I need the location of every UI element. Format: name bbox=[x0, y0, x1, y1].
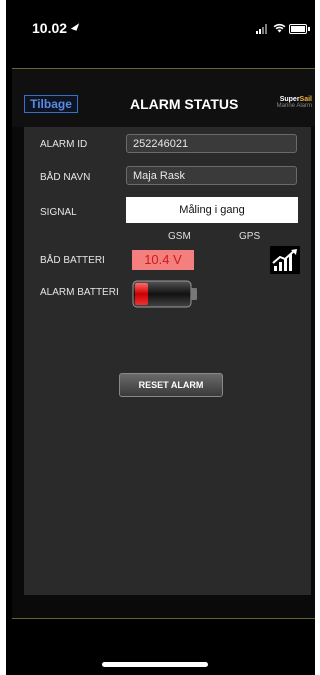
boat-battery-value: 10.4 V bbox=[132, 250, 194, 270]
gsm-label: GSM bbox=[168, 231, 191, 242]
boat-name-field[interactable]: Maja Rask bbox=[126, 166, 297, 185]
signal-label: SIGNAL bbox=[40, 207, 77, 218]
signal-strength-icon bbox=[270, 246, 300, 274]
brand-sail: Sail bbox=[299, 96, 312, 103]
reset-alarm-button[interactable]: RESET ALARM bbox=[119, 373, 223, 397]
cell-signal-icon bbox=[256, 24, 268, 34]
signal-status: Måling i gang bbox=[126, 197, 298, 223]
back-button[interactable]: Tilbage bbox=[24, 95, 78, 113]
battery-icon bbox=[289, 24, 310, 34]
home-indicator[interactable] bbox=[102, 662, 208, 667]
alarm-id-field: 252246021 bbox=[126, 134, 297, 153]
alarm-battery-label: ALARM BATTERI bbox=[40, 287, 119, 298]
brand-super: Super bbox=[279, 96, 300, 103]
alarm-id-label: ALARM ID bbox=[40, 139, 88, 150]
status-panel: ALARM ID 252246021 BÅD NAVN Maja Rask SI… bbox=[24, 127, 311, 595]
wifi-icon bbox=[273, 22, 286, 34]
header: Tilbage ALARM STATUS SuperSail Marine Al… bbox=[12, 69, 315, 127]
brand-logo: SuperSail Marine Alarm bbox=[274, 96, 312, 109]
status-time: 10.02 bbox=[32, 20, 68, 36]
alarm-status-screen: Tilbage ALARM STATUS SuperSail Marine Al… bbox=[12, 68, 315, 619]
low-battery-icon bbox=[132, 279, 198, 308]
boat-battery-label: BÅD BATTERI bbox=[40, 255, 105, 266]
phone-screen: 10.02 Tilbage ALARM STATUS SuperSail Mar… bbox=[6, 0, 315, 675]
brand-subtitle: Marine Alarm bbox=[276, 103, 312, 109]
status-bar: 10.02 bbox=[6, 0, 315, 62]
page-title: ALARM STATUS bbox=[130, 96, 239, 112]
gps-label: GPS bbox=[239, 231, 261, 242]
boat-name-label: BÅD NAVN bbox=[40, 172, 91, 183]
location-arrow-icon bbox=[70, 21, 80, 31]
